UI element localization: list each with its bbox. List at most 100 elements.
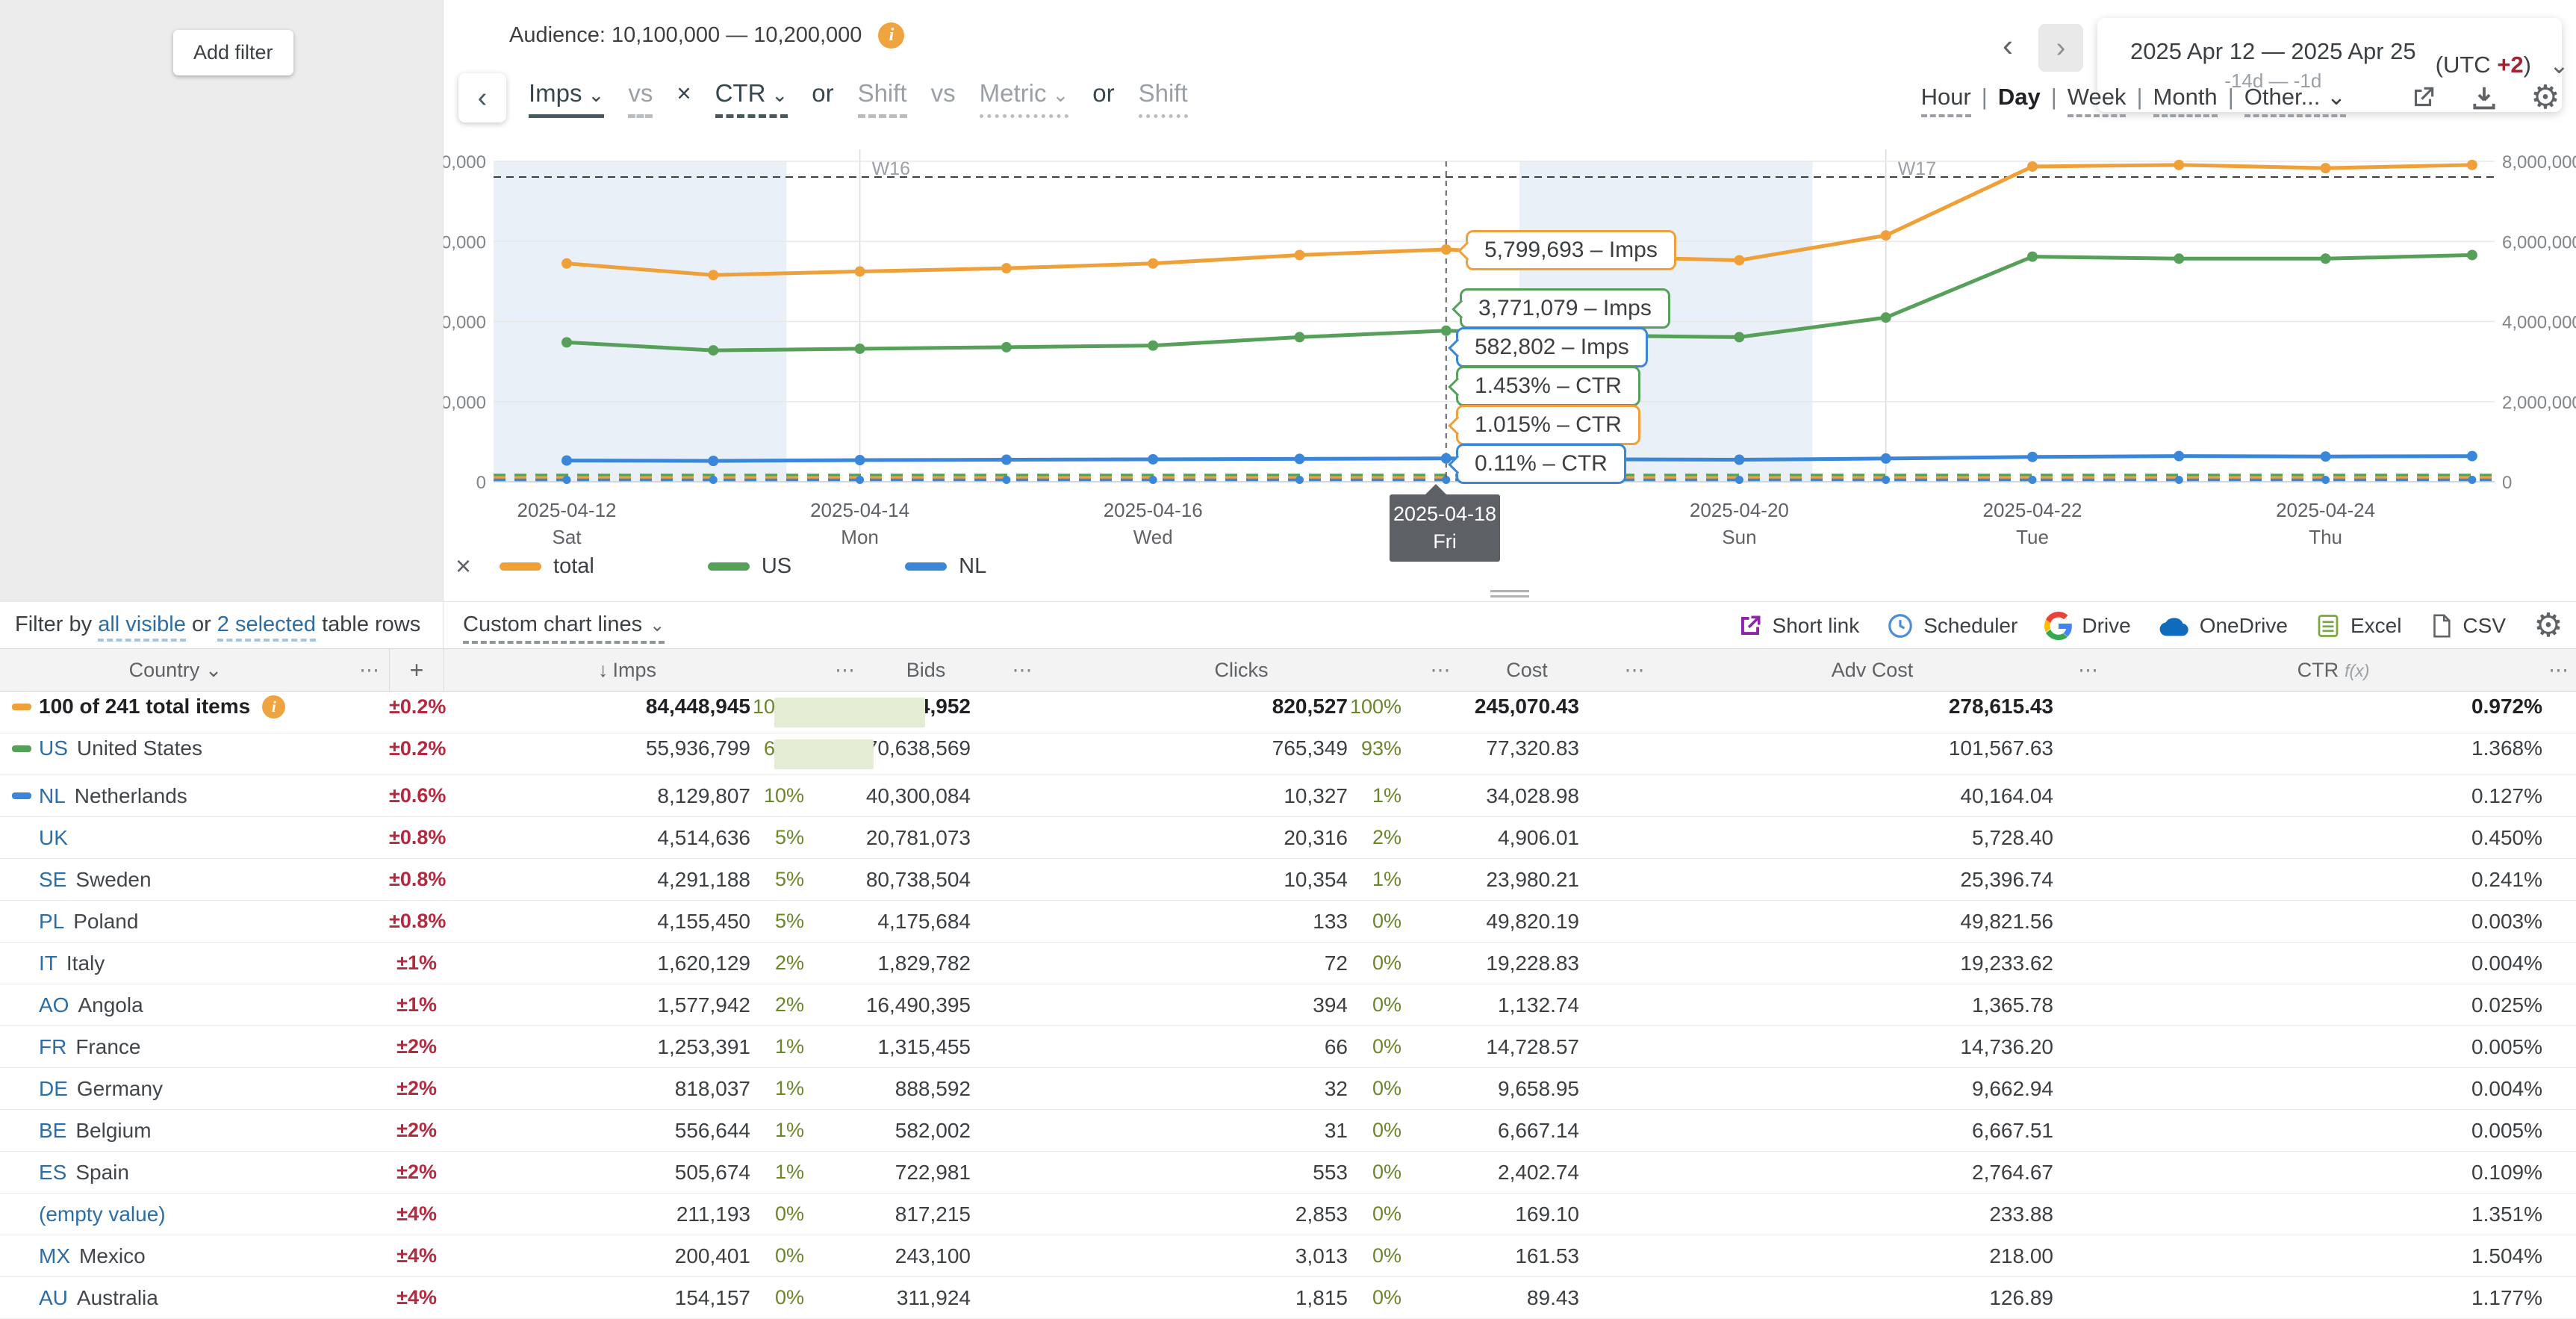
back-icon[interactable]: ‹ [458,73,506,122]
table-row[interactable]: US United States ±0.2% 55,936,799 66% 27… [0,733,2576,775]
table-row[interactable]: PL Poland ±0.8% 4,155,450 5% 4,175,684 1… [0,901,2576,943]
country-cell[interactable]: UK [0,826,389,850]
filter-selected-link[interactable]: 2 selected [217,612,316,642]
drive-button[interactable]: Drive [2044,612,2130,640]
add-column-button[interactable]: + [389,649,444,692]
gear-icon[interactable]: ⚙ [2530,82,2561,114]
country-code[interactable]: SE [39,868,66,892]
country-cell[interactable]: SE Sweden [0,868,389,892]
country-code[interactable]: AO [39,993,69,1017]
country-cell[interactable]: DE Germany [0,1077,389,1101]
granularity-day[interactable]: Day [1998,84,2041,114]
country-cell[interactable]: NL Netherlands [0,784,389,808]
metric-token-×[interactable]: × [676,79,691,114]
metric-token-shift[interactable]: Shift [858,79,907,118]
column-menu-icon[interactable]: ⋯ [810,659,881,682]
info-icon[interactable]: i [262,695,285,719]
excel-button[interactable]: Excel [2315,612,2401,639]
table-row[interactable]: DE Germany ±2% 818,037 1% 888,592 32 0% … [0,1068,2576,1110]
metric-token-ctr[interactable]: CTR⌄ [715,79,788,118]
country-code[interactable]: US [39,736,68,760]
table-row[interactable]: FR France ±2% 1,253,391 1% 1,315,455 66 … [0,1026,2576,1068]
country-cell[interactable]: ES Spain [0,1161,389,1185]
country-cell[interactable]: FR France [0,1035,389,1059]
country-cell[interactable]: BE Belgium [0,1119,389,1143]
onedrive-button[interactable]: OneDrive [2158,609,2288,642]
legend-item-NL[interactable]: NL [905,554,986,579]
table-row[interactable]: MX Mexico ±4% 200,401 0% 243,100 3,013 0… [0,1235,2576,1277]
country-code[interactable]: UK [39,826,68,850]
metric-token-imps[interactable]: Imps⌄ [529,79,604,118]
table-row[interactable]: AO Angola ±1% 1,577,942 2% 16,490,395 39… [0,984,2576,1026]
column-header-imps[interactable]: ↓Imps [444,659,810,682]
gear-icon[interactable]: ⚙ [2533,610,2564,642]
open-in-new-icon[interactable] [2407,82,2439,114]
country-code[interactable]: FR [39,1035,66,1059]
country-cell[interactable]: IT Italy [0,952,389,975]
column-menu-icon[interactable]: ⋯ [2053,659,2124,682]
metric-token-vs[interactable]: vs [628,79,653,118]
column-header-clicks[interactable]: Clicks [1075,659,1407,682]
country-code[interactable]: BE [39,1119,66,1143]
add-filter-button[interactable]: Add filter [173,30,293,75]
download-icon[interactable] [2468,82,2500,114]
granularity-week[interactable]: Week [2068,84,2127,117]
country-code[interactable]: ES [39,1161,66,1185]
table-row[interactable]: NL Netherlands ±0.6% 8,129,807 10% 40,30… [0,775,2576,817]
column-menu-icon[interactable]: ⋯ [351,659,389,682]
column-header-country[interactable]: Country ⌄ [0,659,351,682]
legend-item-US[interactable]: US [708,554,791,579]
country-code[interactable]: AU [39,1286,68,1310]
metric-token-vs[interactable]: vs [931,79,956,114]
date-prev-icon[interactable]: ‹ [2003,30,2013,61]
country-code[interactable]: DE [39,1077,68,1101]
close-icon[interactable]: × [455,553,471,580]
country-code[interactable]: PL [39,910,64,934]
column-menu-icon[interactable]: ⋯ [971,659,1075,682]
date-next-icon[interactable]: › [2038,24,2083,72]
table-row[interactable]: SE Sweden ±0.8% 4,291,188 5% 80,738,504 … [0,859,2576,901]
scheduler-button[interactable]: Scheduler [1886,612,2017,640]
metric-token-shift[interactable]: Shift [1139,79,1188,118]
short-link-button[interactable]: Short link [1737,612,1860,639]
table-row[interactable]: AU Australia ±4% 154,157 0% 311,924 1,81… [0,1277,2576,1319]
granularity-month[interactable]: Month [2153,84,2218,117]
custom-chart-lines-dropdown[interactable]: Custom chart lines⌄ [463,612,665,644]
country-cell[interactable]: 100 of 241 total items i [0,695,389,719]
country-cell[interactable]: AU Australia [0,1286,389,1310]
country-code[interactable]: MX [39,1244,70,1268]
column-header-bids[interactable]: Bids [881,659,971,682]
chevron-down-icon[interactable]: ⌄ [2549,51,2569,79]
granularity-other[interactable]: Other... ⌄ [2244,84,2346,117]
country-code[interactable]: NL [39,784,66,808]
csv-button[interactable]: CSV [2428,613,2506,639]
column-header-cost[interactable]: Cost [1475,659,1579,682]
table-row[interactable]: IT Italy ±1% 1,620,129 2% 1,829,782 72 0… [0,943,2576,984]
column-menu-icon[interactable]: ⋯ [1407,659,1475,682]
column-header-ctr[interactable]: CTRf(x) [2124,659,2542,682]
table-row[interactable]: 100 of 241 total items i ±0.2% 84,448,94… [0,692,2576,733]
country-cell[interactable]: PL Poland [0,910,389,934]
legend-label: total [553,554,594,579]
country-code[interactable]: IT [39,952,57,975]
table-row[interactable]: BE Belgium ±2% 556,644 1% 582,002 31 0% … [0,1110,2576,1152]
table-row[interactable]: ES Spain ±2% 505,674 1% 722,981 553 0% 2… [0,1152,2576,1194]
metric-token-metric[interactable]: Metric⌄ [980,79,1069,118]
legend-item-total[interactable]: total [500,554,594,579]
country-cell[interactable]: US United States [0,736,389,760]
column-header-adv-cost[interactable]: Adv Cost [1691,659,2053,682]
granularity-hour[interactable]: Hour [1921,84,1971,117]
timezone-label[interactable]: (UTC +2) [2436,52,2531,78]
metric-token-or[interactable]: or [812,79,833,114]
column-menu-icon[interactable]: ⋯ [1579,659,1691,682]
table-row[interactable]: UK ±0.8% 4,514,636 5% 20,781,073 20,316 … [0,817,2576,859]
resize-handle[interactable] [1490,590,1529,598]
filter-all-visible-link[interactable]: all visible [98,612,186,642]
metric-token-or[interactable]: or [1092,79,1114,114]
table-row[interactable]: (empty value) ±4% 211,193 0% 817,215 2,8… [0,1194,2576,1235]
country-cell[interactable]: AO Angola [0,993,389,1017]
country-cell[interactable]: (empty value) [0,1202,389,1226]
info-icon[interactable]: i [878,22,904,49]
column-menu-icon[interactable]: ⋯ [2542,659,2576,682]
country-cell[interactable]: MX Mexico [0,1244,389,1268]
